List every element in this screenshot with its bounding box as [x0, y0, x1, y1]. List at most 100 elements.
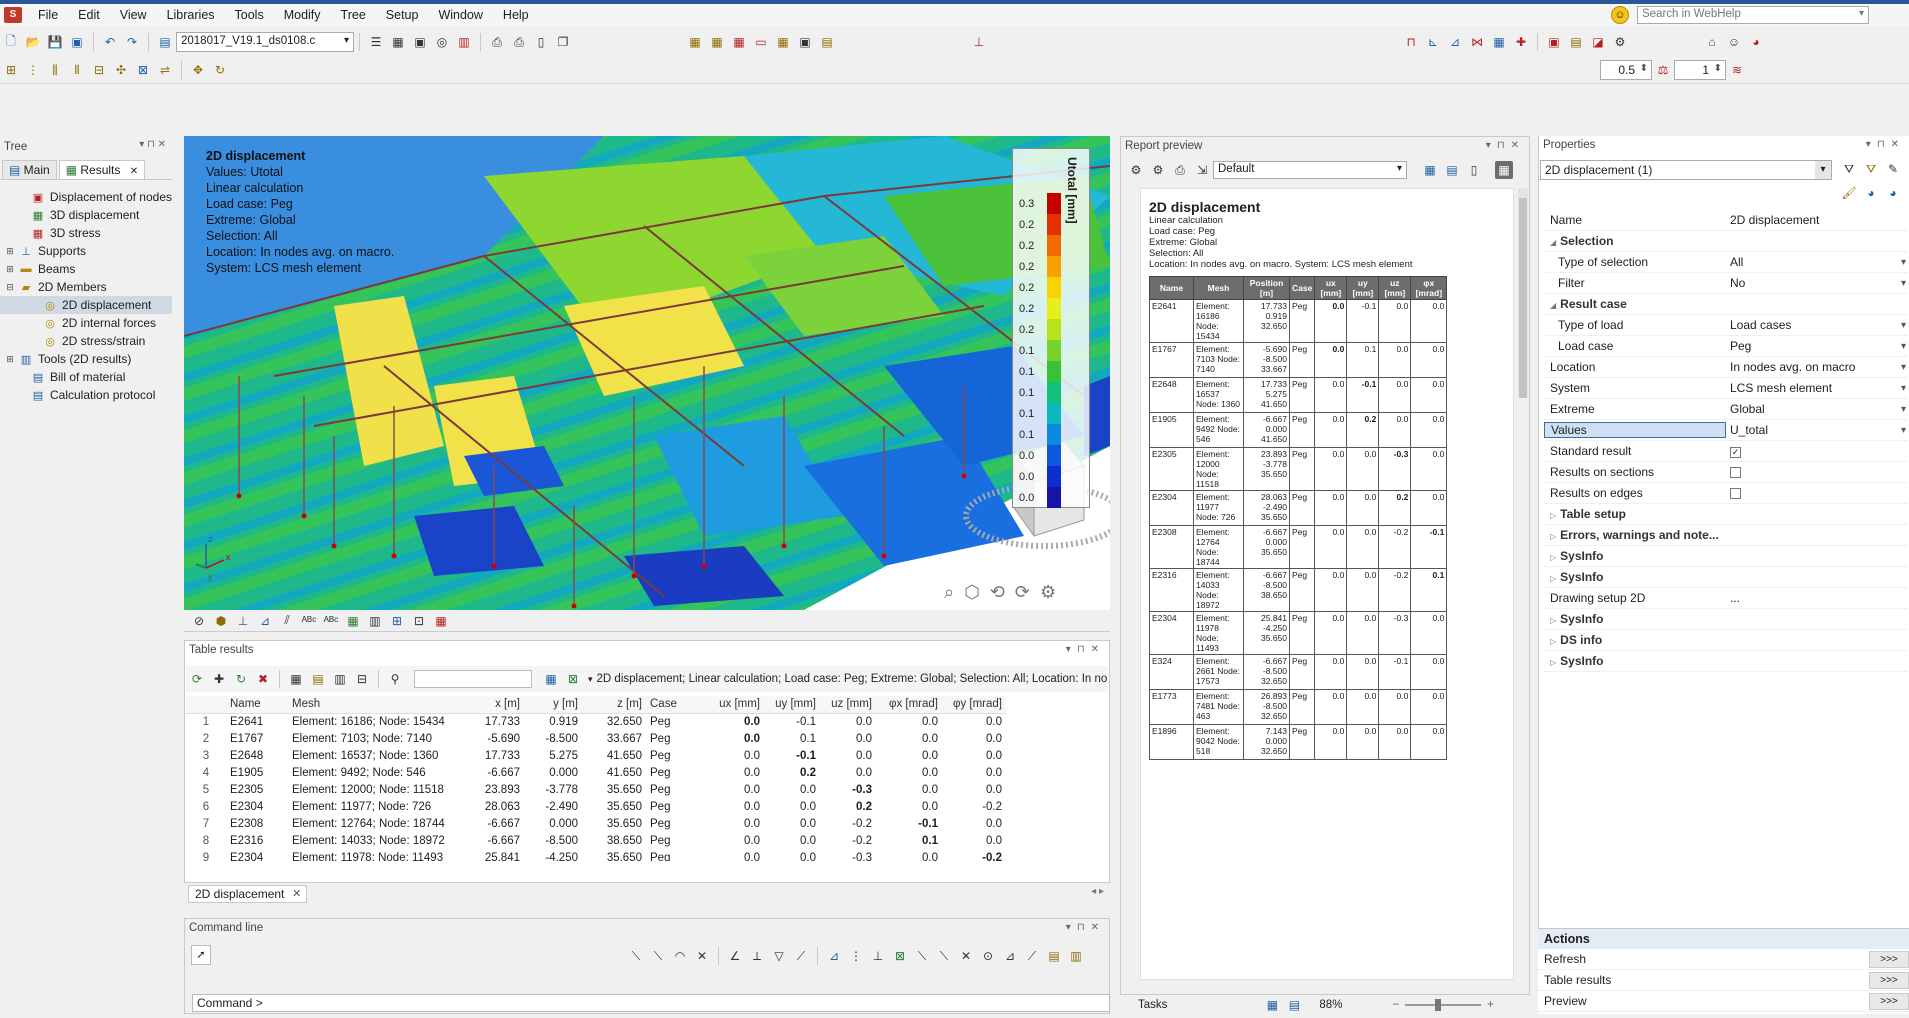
column-header[interactable]: x [m] [466, 696, 524, 714]
table-cols-icon[interactable]: ▥ [331, 670, 349, 688]
extension-snap-icon[interactable]: ⟋ [1023, 947, 1041, 965]
column-header[interactable]: ux [mm] [706, 696, 764, 714]
page-layout-2-icon[interactable]: ▤ [1443, 161, 1461, 179]
report-scrollbar[interactable] [1518, 188, 1528, 398]
delete-icon[interactable]: ✖ [254, 670, 272, 688]
expand-toggle-icon[interactable]: ⊞ [4, 246, 16, 257]
perp-snap-icon[interactable]: ⟂ [748, 947, 766, 965]
tree-item[interactable]: ⊞ ▬ Beams [0, 260, 172, 278]
rotate-icon[interactable]: ↻ [211, 61, 229, 79]
print-preview-icon[interactable]: ⎙ [510, 33, 528, 51]
mid-snap-icon[interactable]: ⟋ [792, 947, 810, 965]
property-value[interactable]: Load cases [1726, 315, 1908, 336]
table-sort-icon[interactable]: ⊟ [353, 670, 371, 688]
dimension-icon[interactable]: ⊿ [825, 947, 843, 965]
tree-item[interactable]: ⊟ ▰ 2D Members [0, 278, 172, 296]
layers-icon[interactable]: ☰ [367, 33, 385, 51]
property-value[interactable]: Peg [1726, 336, 1908, 357]
center-snap-icon[interactable]: ⊙ [979, 947, 997, 965]
view-tool-3-icon[interactable]: ⊥ [234, 612, 252, 630]
zoom-out-icon[interactable]: − [1392, 999, 1399, 1011]
property-row[interactable]: Result case [1544, 294, 1908, 315]
property-row[interactable]: DS info [1544, 630, 1908, 651]
snap-icon[interactable]: ⊥ [970, 33, 988, 51]
checkbox[interactable] [1730, 466, 1741, 478]
brush-icon[interactable]: 🖌 [1840, 184, 1858, 202]
merge-icon[interactable]: ⫴ [68, 61, 86, 79]
cursor-select-icon[interactable]: ➚ [191, 945, 211, 965]
window-layout-4-icon[interactable]: ▭ [752, 33, 770, 51]
column-header[interactable]: uz [mm] [820, 696, 876, 714]
copy-icon[interactable]: ❐ [554, 33, 572, 51]
render-mode-icon[interactable]: ▦ [344, 612, 362, 630]
support-icon[interactable]: ⊾ [1424, 33, 1442, 51]
align-icon[interactable]: ⊞ [2, 61, 20, 79]
table-grid-icon[interactable]: ▦ [542, 670, 560, 688]
node-icon[interactable]: ✚ [1512, 33, 1530, 51]
arc-snap-icon[interactable]: ◠ [671, 947, 689, 965]
table-row[interactable]: 6 E2304 Element: 11977; Node: 726 28.063 -2.… [186, 798, 1006, 815]
panel-buttons[interactable]: ▾⊓✕ [1486, 137, 1525, 155]
tab-results[interactable]: ▦ Results ✕ [58, 160, 146, 179]
undo-icon[interactable]: ↶ [101, 33, 119, 51]
action-run-button[interactable]: >>> [1869, 993, 1909, 1010]
column-header[interactable]: y [m] [524, 696, 582, 714]
quadrant-snap-icon[interactable]: ⊿ [1001, 947, 1019, 965]
view-tool-1-icon[interactable]: ⊘ [190, 612, 208, 630]
window-layout-7-icon[interactable]: ▤ [818, 33, 836, 51]
color-icon[interactable]: ◕ [1747, 33, 1765, 51]
column-header[interactable]: Case [646, 696, 706, 714]
mesh-icon[interactable]: ▦ [1490, 33, 1508, 51]
open-file-icon[interactable]: 📂 [24, 33, 42, 51]
calc-icon[interactable]: ▣ [1545, 33, 1563, 51]
filter-prop-icon[interactable]: ⛛ [1840, 160, 1858, 178]
view-tool-4-icon[interactable]: ⊿ [256, 612, 274, 630]
action-row[interactable]: Table results >>> [1538, 970, 1909, 991]
menu-file[interactable]: File [28, 4, 68, 26]
panel-buttons[interactable]: ▾⊓✕ [1066, 919, 1105, 937]
table-row[interactable]: 7 E2308 Element: 12764; Node: 18744 -6.667 0… [186, 815, 1006, 832]
chevron-down-icon[interactable]: ▾ [1859, 8, 1864, 19]
intersect-snap-icon[interactable]: ✕ [957, 947, 975, 965]
property-value[interactable]: Global [1726, 399, 1908, 420]
tree-item[interactable]: ⊞ ⊥ Supports [0, 242, 172, 260]
tree-item[interactable]: ▤ Bill of material [0, 368, 172, 386]
ortho-icon[interactable]: ⊥ [869, 947, 887, 965]
scrollbar-thumb[interactable] [1519, 198, 1527, 398]
property-value[interactable]: All [1726, 252, 1908, 273]
panel-buttons[interactable]: ▾⊓✕ [1866, 136, 1905, 154]
table-row[interactable]: 9 E2304 Element: 11978; Node: 11493 25.841 -… [186, 849, 1006, 862]
view-tool-9-icon[interactable]: ▥ [366, 612, 384, 630]
save-icon[interactable]: 💾 [46, 33, 64, 51]
regenerate-icon[interactable]: ↻ [232, 670, 250, 688]
chevron-down-icon[interactable]: ▾ [588, 674, 593, 685]
page-layout-3-icon[interactable]: ▯ [1465, 161, 1483, 179]
column-header[interactable] [186, 696, 226, 714]
scale-spinner[interactable]: 0.5 [1600, 60, 1652, 80]
mirror-icon[interactable]: ✣ [112, 61, 130, 79]
property-row[interactable]: Type of load Load cases [1544, 315, 1908, 336]
property-value[interactable]: ... [1726, 588, 1908, 609]
split-icon[interactable]: ⫼ [46, 61, 64, 79]
expand-toggle-icon[interactable]: ⊟ [4, 282, 16, 293]
property-value[interactable]: 2D displacement [1726, 210, 1908, 231]
table-row[interactable]: 1 E2641 Element: 16186; Node: 15434 17.733 0… [186, 713, 1006, 730]
table-row[interactable]: 5 E2305 Element: 12000; Node: 11518 23.893 -… [186, 781, 1006, 798]
report-print-icon[interactable]: ⎙ [1171, 161, 1189, 179]
end-snap-icon[interactable]: ⟍ [935, 947, 953, 965]
report-icon[interactable]: ▯ [532, 33, 550, 51]
webhelp-search-input[interactable]: Search in WebHelp ▾ [1637, 6, 1869, 24]
property-value[interactable]: In nodes avg. on macro [1726, 357, 1908, 378]
tab-2d-displacement[interactable]: 2D displacement ✕ [188, 885, 308, 903]
distribute-icon[interactable]: ⋮ [24, 61, 42, 79]
tree-item[interactable]: ◎ 2D internal forces [0, 314, 172, 332]
target-icon[interactable]: ◎ [433, 33, 451, 51]
table-row[interactable]: 3 E2648 Element: 16537; Node: 1360 17.733 5.… [186, 747, 1006, 764]
view-tool-10-icon[interactable]: ⊞ [388, 612, 406, 630]
pan-icon[interactable]: ⟳ [1015, 582, 1030, 603]
tree-item[interactable]: ⊞ ▥ Tools (2D results) [0, 350, 172, 368]
cross-snap-icon[interactable]: ✕ [693, 947, 711, 965]
two-page-icon[interactable]: ▤ [1285, 996, 1303, 1014]
window-layout-6-icon[interactable]: ▣ [796, 33, 814, 51]
properties-object-combo[interactable]: 2D displacement (1) ▾ [1540, 160, 1832, 180]
